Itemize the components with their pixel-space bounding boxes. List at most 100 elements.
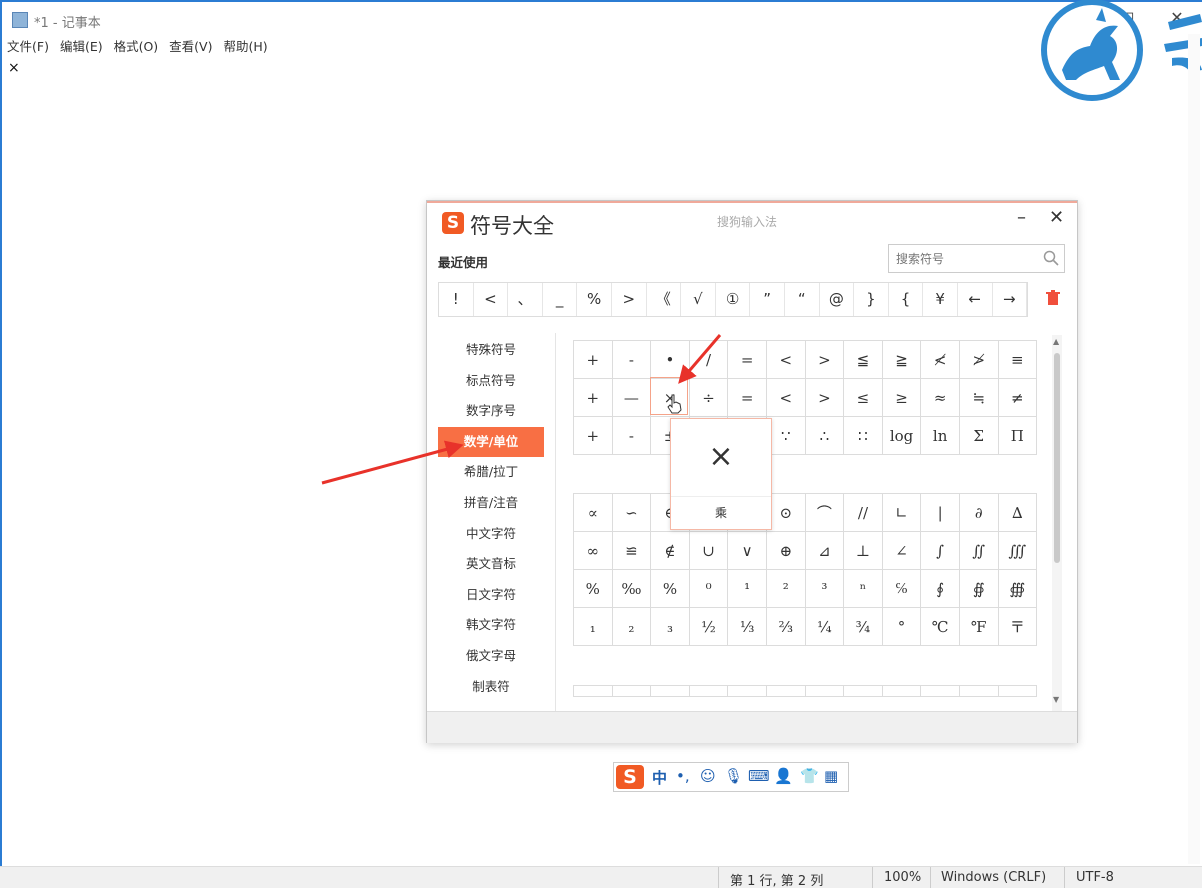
symbol-cell[interactable]: ∷ — [843, 416, 883, 455]
ime-mode-toggle[interactable]: 中 — [652, 767, 667, 788]
symbol-cell[interactable]: + — [573, 416, 613, 455]
symbol-cell[interactable]: ‰ — [611, 569, 652, 608]
symbol-cell[interactable]: ≒ — [958, 378, 999, 417]
symbol-cell[interactable] — [727, 685, 767, 697]
recent-symbol[interactable]: ① — [716, 283, 751, 316]
symbol-cell[interactable]: log — [881, 416, 922, 455]
symbol-cell[interactable]: ⊙ — [765, 493, 806, 532]
symbol-cell[interactable]: ℅ — [881, 569, 922, 608]
symbol-cell[interactable]: Σ — [958, 416, 999, 455]
symbol-cell[interactable]: > — [804, 378, 845, 417]
symbol-cell[interactable]: ½ — [688, 607, 729, 646]
symbol-cell[interactable]: ⅓ — [727, 607, 767, 646]
symbol-cell[interactable]: + — [573, 378, 613, 417]
user-icon[interactable]: 👤 — [774, 767, 793, 785]
symbol-cell[interactable] — [920, 685, 960, 697]
symbol-cell[interactable] — [958, 685, 999, 697]
symbol-cell[interactable] — [804, 685, 845, 697]
recent-symbol[interactable]: 、 — [508, 283, 543, 316]
symbol-cell[interactable]: ⊥ — [843, 531, 883, 570]
symbol-cell[interactable]: ₁ — [573, 607, 613, 646]
symbol-cell[interactable]: ⊕ — [765, 531, 806, 570]
category-english-phonetic[interactable]: 英文音标 — [438, 549, 544, 580]
recent-symbol[interactable]: ” — [750, 283, 785, 316]
punctuation-icon[interactable]: •, — [676, 767, 690, 785]
symbol-cell[interactable]: % — [650, 569, 690, 608]
symbol-cell[interactable]: ³ — [804, 569, 845, 608]
symbol-cell[interactable]: ⌒ — [804, 493, 845, 532]
symbol-cell[interactable]: ∉ — [650, 531, 690, 570]
symbol-cell[interactable]: ⊿ — [804, 531, 845, 570]
grid-scrollbar[interactable]: ▲ ▼ — [1052, 335, 1062, 711]
symbol-cell[interactable]: ∂ — [958, 493, 999, 532]
symbol-cell[interactable]: ≧ — [881, 340, 922, 379]
symbol-cell[interactable]: ¹ — [727, 569, 767, 608]
symbol-cell[interactable]: ≮ — [920, 340, 960, 379]
recent-symbol[interactable]: > — [612, 283, 647, 316]
symbol-cell[interactable]: ∴ — [804, 416, 845, 455]
symbol-cell[interactable]: ¼ — [804, 607, 845, 646]
symbol-cell[interactable]: ₃ — [650, 607, 690, 646]
symbol-cell[interactable]: + — [573, 340, 613, 379]
symbol-cell[interactable]: ∝ — [573, 493, 613, 532]
symbol-cell[interactable]: — — [611, 378, 652, 417]
skin-icon[interactable]: 👕 — [800, 767, 819, 785]
search-icon[interactable] — [1043, 250, 1059, 266]
symbol-cell[interactable]: / — [688, 340, 729, 379]
category-chinese-chars[interactable]: 中文字符 — [438, 519, 544, 550]
symbol-cell[interactable]: ℉ — [958, 607, 999, 646]
symbol-cell[interactable]: ⁰ — [688, 569, 729, 608]
symbol-cell[interactable]: % — [573, 569, 613, 608]
keyboard-icon[interactable]: ⌨ — [748, 767, 770, 785]
symbol-cell[interactable]: ≌ — [611, 531, 652, 570]
editor-text-area[interactable]: × — [8, 60, 20, 76]
symbol-cell[interactable]: ∆ — [997, 493, 1038, 532]
symbol-cell[interactable] — [688, 685, 729, 697]
menu-file[interactable]: 文件(F) — [7, 36, 49, 55]
symbol-cell[interactable]: ∯ — [958, 569, 999, 608]
symbol-cell[interactable] — [650, 685, 690, 697]
symbol-cell[interactable] — [573, 685, 613, 697]
symbol-cell[interactable]: - — [611, 340, 652, 379]
category-japanese[interactable]: 日文字符 — [438, 580, 544, 611]
symbol-cell[interactable]: = — [727, 340, 767, 379]
recent-symbol[interactable]: < — [474, 283, 509, 316]
symbol-cell[interactable] — [881, 685, 922, 697]
category-math-units[interactable]: 数学/单位 — [438, 426, 544, 458]
menu-view[interactable]: 查看(V) — [169, 36, 212, 55]
recent-symbol[interactable]: ¥ — [923, 283, 958, 316]
recent-symbol[interactable]: √ — [681, 283, 716, 316]
symbol-cell[interactable]: ℃ — [920, 607, 960, 646]
category-korean[interactable]: 韩文字符 — [438, 610, 544, 641]
symbol-cell[interactable]: > — [804, 340, 845, 379]
symbol-cell[interactable]: ∮ — [920, 569, 960, 608]
symbol-cell[interactable]: < — [765, 340, 806, 379]
scroll-down-arrow-icon[interactable]: ▼ — [1053, 695, 1059, 704]
sogou-ime-logo-icon[interactable]: S — [616, 765, 644, 789]
symbol-search-box[interactable] — [888, 244, 1065, 273]
recent-symbol[interactable]: _ — [543, 283, 578, 316]
recent-symbol[interactable]: → — [993, 283, 1028, 316]
symbol-cell[interactable]: Π — [997, 416, 1038, 455]
symbol-cell[interactable]: ∭ — [997, 531, 1038, 570]
symbol-cell[interactable]: ≈ — [920, 378, 960, 417]
menu-edit[interactable]: 编辑(E) — [60, 36, 103, 55]
symbol-cell[interactable] — [997, 685, 1038, 697]
symbol-cell[interactable]: ∪ — [688, 531, 729, 570]
symbol-cell[interactable]: 〒 — [997, 607, 1038, 646]
category-punctuation[interactable]: 标点符号 — [438, 366, 544, 397]
category-special[interactable]: 特殊符号 — [438, 335, 544, 366]
symbol-cell[interactable]: ∨ — [727, 531, 767, 570]
symbol-cell[interactable]: ≦ — [843, 340, 883, 379]
recent-symbol[interactable]: 《 — [647, 283, 682, 316]
recent-symbol[interactable]: @ — [820, 283, 855, 316]
symbol-cell[interactable] — [611, 685, 652, 697]
symbol-cell[interactable]: - — [611, 416, 652, 455]
symbol-cell[interactable]: ∞ — [573, 531, 613, 570]
recent-symbol[interactable]: % — [577, 283, 612, 316]
symbol-cell[interactable]: ∵ — [765, 416, 806, 455]
trash-icon[interactable] — [1046, 290, 1060, 306]
scroll-up-arrow-icon[interactable]: ▲ — [1053, 337, 1059, 346]
symbol-cell[interactable]: ° — [881, 607, 922, 646]
category-pinyin[interactable]: 拼音/注音 — [438, 488, 544, 519]
